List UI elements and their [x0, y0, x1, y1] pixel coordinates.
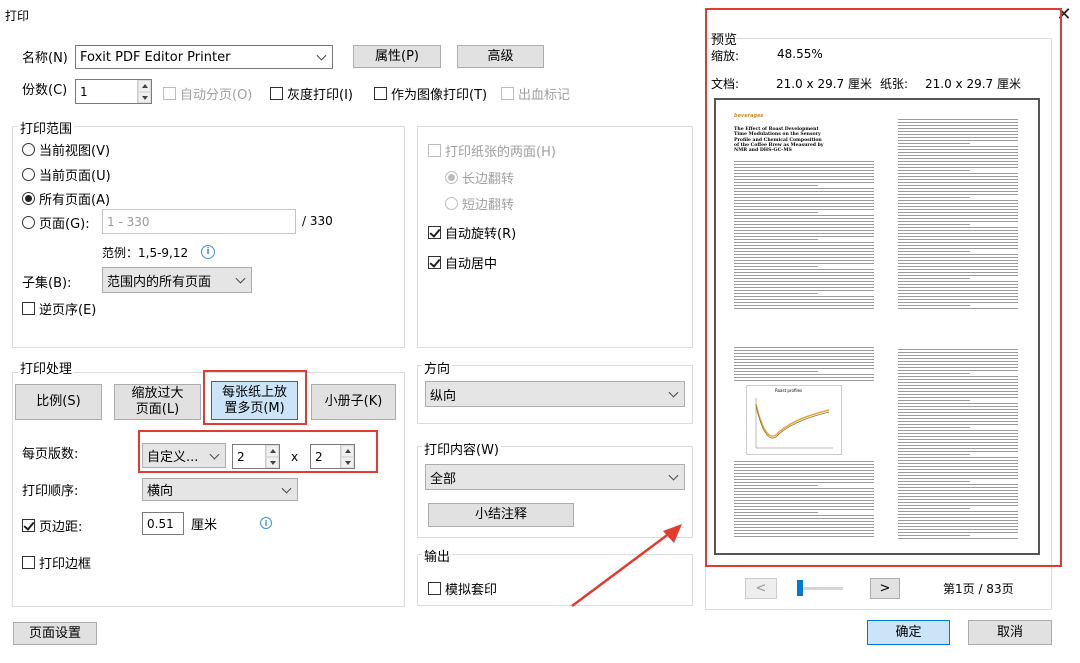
properties-button[interactable]: 属性(P) [353, 45, 441, 68]
auto-rotate-checkbox[interactable]: 自动旋转(R) [428, 223, 516, 242]
margin-input[interactable]: 0.51 [142, 512, 184, 535]
margin-label: 页边距: [39, 520, 83, 535]
auto-center-checkbox[interactable]: 自动居中 [428, 253, 497, 272]
margin-value: 0.51 [147, 516, 174, 531]
orientation-select[interactable]: 纵向 [425, 381, 685, 407]
info-icon[interactable]: i [201, 245, 215, 259]
print-content-title: 打印内容(W) [422, 439, 501, 458]
print-content-select[interactable]: 全部 [425, 464, 685, 490]
print-order-value: 横向 [147, 484, 174, 499]
chevron-down-icon [668, 387, 679, 398]
chevron-down-icon [281, 483, 292, 494]
margin-checkbox[interactable]: 页边距: [22, 516, 82, 535]
grayscale-checkbox[interactable]: 灰度打印(I) [270, 84, 353, 103]
info-icon[interactable]: i [260, 517, 272, 529]
printer-name-label: 名称(N) [22, 51, 68, 66]
bleed-marks-checkbox[interactable]: 出血标记 [501, 84, 570, 103]
copies-stepper[interactable] [137, 80, 151, 103]
highlight-pages-per-sheet [138, 430, 378, 473]
auto-center-label: 自动居中 [445, 257, 498, 272]
print-as-image-label: 作为图像打印(T) [391, 88, 488, 103]
summarize-comments-button[interactable]: 小结注释 [428, 503, 574, 527]
chevron-down-icon [235, 273, 246, 284]
bleed-marks-label: 出血标记 [518, 88, 571, 103]
highlight-multiple-button [203, 370, 307, 425]
copies-input[interactable]: 1 [75, 79, 152, 104]
print-content-value: 全部 [430, 471, 457, 487]
orientation-value: 纵向 [430, 388, 457, 404]
radio-current-view-label: 当前视图(V) [39, 144, 111, 159]
chevron-down-icon [668, 470, 679, 481]
print-both-sides-label: 打印纸张的两面(H) [445, 145, 556, 160]
copies-value: 1 [80, 84, 88, 99]
radio-pages-label: 页面(G): [39, 217, 90, 232]
orientation-title: 方向 [422, 358, 453, 377]
next-page-button[interactable]: > [870, 578, 900, 599]
reverse-order-label: 逆页序(E) [39, 303, 97, 318]
print-handling-title: 打印处理 [18, 358, 75, 377]
subset-select-value: 范围内的所有页面 [107, 274, 212, 290]
radio-short-edge[interactable]: 短边翻转 [445, 194, 514, 213]
print-order-select[interactable]: 横向 [142, 478, 298, 501]
annotation-arrow [571, 524, 682, 608]
page-slider-thumb[interactable] [797, 580, 803, 596]
cancel-button[interactable]: 取消 [968, 620, 1052, 645]
page-indicator: 第1页 / 83页 [943, 582, 1014, 596]
pages-range-input[interactable]: 1 - 330 [102, 209, 296, 234]
ok-button[interactable]: 确定 [867, 620, 950, 645]
printer-select[interactable]: Foxit PDF Editor Printer [75, 45, 333, 69]
scale-button[interactable]: 比例(S) [15, 384, 102, 420]
radio-all-pages[interactable]: 所有页面(A) [22, 189, 110, 208]
print-order-label: 打印顺序: [22, 484, 79, 499]
print-as-image-checkbox[interactable]: 作为图像打印(T) [374, 84, 487, 103]
booklet-button[interactable]: 小册子(K) [311, 384, 396, 420]
total-pages-label: / 330 [302, 214, 333, 228]
highlight-preview [705, 8, 1062, 567]
previous-page-button[interactable]: < [745, 578, 777, 599]
radio-all-pages-label: 所有页面(A) [39, 193, 111, 208]
simulate-overprint-checkbox[interactable]: 模拟套印 [428, 579, 497, 598]
subset-label: 子集(B): [22, 276, 72, 291]
radio-current-view[interactable]: 当前视图(V) [22, 140, 110, 159]
auto-rotate-label: 自动旋转(R) [445, 227, 517, 242]
print-both-sides-checkbox[interactable]: 打印纸张的两面(H) [428, 141, 556, 160]
print-range-title: 打印范围 [18, 118, 75, 137]
shrink-oversized-button[interactable]: 缩放过大页面(L) [114, 384, 201, 420]
chevron-down-icon [316, 50, 327, 61]
window-title: 打印 [5, 9, 30, 23]
radio-long-edge[interactable]: 长边翻转 [445, 168, 514, 187]
simulate-overprint-label: 模拟套印 [445, 583, 498, 598]
grayscale-label: 灰度打印(I) [287, 88, 353, 103]
reverse-order-checkbox[interactable]: 逆页序(E) [22, 299, 96, 318]
radio-pages[interactable]: 页面(G): [22, 213, 90, 232]
page-slider-track[interactable] [797, 587, 843, 590]
auto-collate-label: 自动分页(O) [180, 88, 253, 103]
print-border-checkbox[interactable]: 打印边框 [22, 553, 91, 572]
radio-short-edge-label: 短边翻转 [462, 198, 515, 213]
range-example-label: 范例：1,5-9,12 [102, 246, 189, 260]
margin-unit-label: 厘米 [191, 518, 218, 533]
subset-select[interactable]: 范围内的所有页面 [102, 267, 252, 293]
copies-label: 份数(C) [22, 83, 68, 98]
page-setup-button[interactable]: 页面设置 [13, 622, 97, 645]
radio-current-page[interactable]: 当前页面(U) [22, 165, 111, 184]
auto-collate-checkbox[interactable]: 自动分页(O) [163, 84, 252, 103]
printer-select-value: Foxit PDF Editor Printer [80, 49, 231, 65]
radio-current-page-label: 当前页面(U) [39, 169, 111, 184]
print-border-label: 打印边框 [39, 557, 92, 572]
radio-long-edge-label: 长边翻转 [462, 172, 515, 187]
pages-range-placeholder: 1 - 330 [107, 214, 150, 229]
output-title: 输出 [422, 546, 453, 565]
pages-per-sheet-label: 每页版数: [22, 447, 79, 462]
advanced-button[interactable]: 高级 [457, 45, 544, 68]
